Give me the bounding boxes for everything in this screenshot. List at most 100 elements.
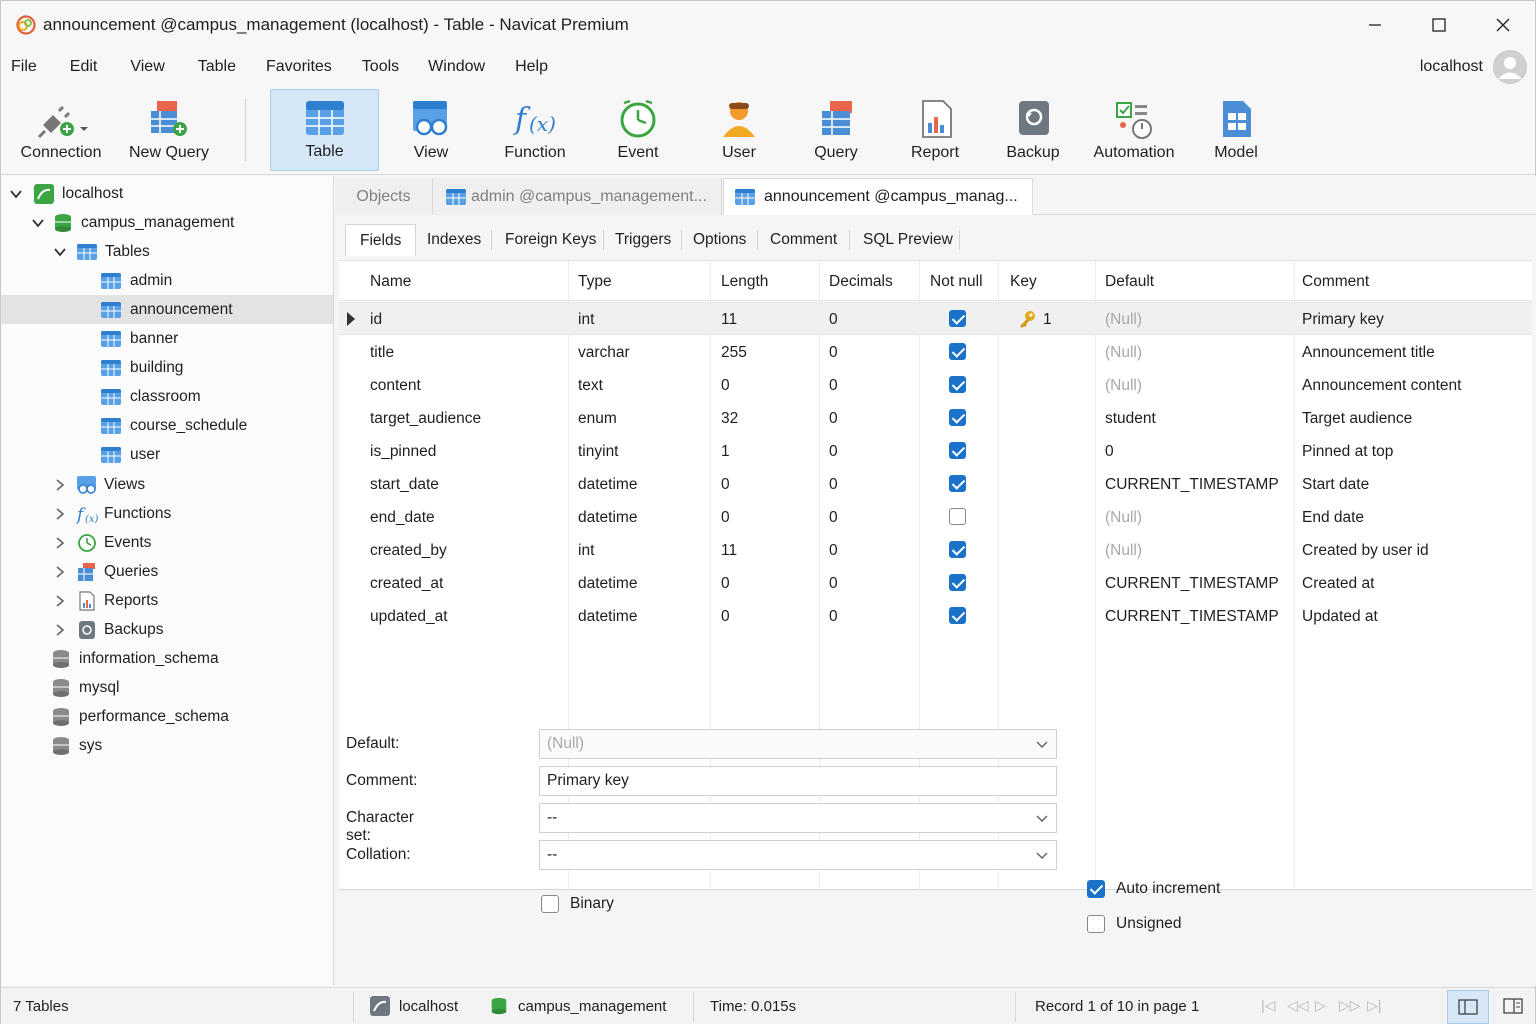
detail-view-button[interactable] — [1493, 990, 1533, 1024]
charset-select[interactable]: -- — [539, 803, 1057, 833]
cell-default[interactable]: CURRENT_TIMESTAMP — [1105, 608, 1279, 626]
cell-length[interactable]: 11 — [721, 311, 737, 329]
tree-database-item[interactable]: information_schema — [1, 644, 333, 673]
cell-length[interactable]: 1 — [721, 443, 730, 461]
cell-decimals[interactable]: 0 — [829, 542, 838, 560]
cell-default[interactable]: (Null) — [1105, 377, 1142, 395]
cell-decimals[interactable]: 0 — [829, 476, 838, 494]
cell-default[interactable]: student — [1105, 410, 1156, 428]
cell-length[interactable]: 0 — [721, 608, 730, 626]
cell-key[interactable]: 1 — [1043, 311, 1052, 329]
not-null-checkbox[interactable] — [949, 376, 966, 393]
cell-decimals[interactable]: 0 — [829, 410, 838, 428]
tree-table-item[interactable]: building — [1, 353, 333, 382]
cell-default[interactable]: (Null) — [1105, 344, 1142, 362]
menu-file[interactable]: File — [1, 58, 47, 76]
tree-table-item[interactable]: course_schedule — [1, 411, 333, 440]
not-null-checkbox[interactable] — [949, 475, 966, 492]
cell-type[interactable]: datetime — [578, 476, 637, 494]
cell-length[interactable]: 0 — [721, 476, 730, 494]
cell-name[interactable]: title — [370, 344, 394, 362]
user-account[interactable]: localhost — [1420, 49, 1527, 85]
user-button[interactable]: User — [697, 89, 781, 171]
cell-default[interactable]: CURRENT_TIMESTAMP — [1105, 575, 1279, 593]
chevron-right-icon[interactable] — [53, 594, 67, 608]
tree-group-views[interactable]: Views — [1, 470, 333, 499]
cell-type[interactable]: tinyint — [578, 443, 619, 461]
default-select[interactable]: (Null) — [539, 729, 1057, 759]
chevron-down-icon[interactable] — [9, 187, 23, 201]
chevron-right-icon[interactable] — [53, 507, 67, 521]
cell-length[interactable]: 0 — [721, 377, 730, 395]
cell-decimals[interactable]: 0 — [829, 377, 838, 395]
tree-table-item[interactable]: classroom — [1, 382, 333, 411]
cell-name[interactable]: id — [370, 311, 382, 329]
cell-default[interactable]: (Null) — [1105, 311, 1142, 329]
header-length[interactable]: Length — [721, 273, 768, 291]
cell-name[interactable]: content — [370, 377, 421, 395]
tree-database-item[interactable]: performance_schema — [1, 702, 333, 731]
menu-help[interactable]: Help — [505, 58, 558, 76]
header-comment[interactable]: Comment — [1302, 273, 1369, 291]
not-null-checkbox[interactable] — [949, 607, 966, 624]
cell-decimals[interactable]: 0 — [829, 575, 838, 593]
not-null-checkbox[interactable] — [949, 310, 966, 327]
fast-forward-icon[interactable]: ▷▷ — [1339, 997, 1361, 1014]
cell-name[interactable]: start_date — [370, 476, 439, 494]
tree-table-item[interactable]: user — [1, 440, 333, 469]
table-row[interactable]: created_by int 11 0 (Null) Created by user id — [339, 534, 1532, 567]
cell-type[interactable]: datetime — [578, 509, 637, 527]
cell-length[interactable]: 0 — [721, 575, 730, 593]
model-button[interactable]: Model — [1197, 89, 1275, 171]
tree-connection-localhost[interactable]: localhost — [1, 179, 333, 208]
header-default[interactable]: Default — [1105, 273, 1154, 291]
table-row[interactable]: is_pinned tinyint 1 0 0 Pinned at top — [339, 435, 1532, 468]
cell-default[interactable]: CURRENT_TIMESTAMP — [1105, 476, 1279, 494]
cell-default[interactable]: (Null) — [1105, 542, 1142, 560]
not-null-checkbox[interactable] — [949, 442, 966, 459]
cell-type[interactable]: datetime — [578, 575, 637, 593]
cell-comment[interactable]: Created by user id — [1302, 542, 1429, 560]
chevron-right-icon[interactable] — [53, 565, 67, 579]
cell-comment[interactable]: Start date — [1302, 476, 1369, 494]
not-null-checkbox[interactable] — [949, 541, 966, 558]
close-button[interactable] — [1471, 1, 1535, 49]
cell-comment[interactable]: Announcement content — [1302, 377, 1461, 395]
next-record-icon[interactable]: ▷ — [1315, 997, 1326, 1014]
chevron-right-icon[interactable] — [53, 536, 67, 550]
table-row[interactable]: updated_at datetime 0 0 CURRENT_TIMESTAMP Upd… — [339, 600, 1532, 633]
tab-fields[interactable]: Fields — [345, 224, 417, 256]
auto-increment-checkbox[interactable] — [1087, 880, 1105, 898]
tab-foreign-keys[interactable]: Foreign Keys — [491, 224, 610, 256]
table-row[interactable]: content text 0 0 (Null) Announcement content — [339, 369, 1532, 402]
unsigned-checkbox[interactable] — [1087, 915, 1105, 933]
cell-default[interactable]: (Null) — [1105, 509, 1142, 527]
cell-comment[interactable]: Primary key — [1302, 311, 1384, 329]
not-null-checkbox[interactable] — [949, 574, 966, 591]
auto-increment-option[interactable]: Auto increment — [1087, 880, 1220, 898]
cell-comment[interactable]: Pinned at top — [1302, 443, 1393, 461]
automation-button[interactable]: Automation — [1085, 89, 1183, 171]
cell-decimals[interactable]: 0 — [829, 443, 838, 461]
menu-table[interactable]: Table — [188, 58, 246, 76]
tab-objects[interactable]: Objects — [335, 178, 433, 215]
menu-window[interactable]: Window — [418, 58, 495, 76]
tree-group-reports[interactable]: Reports — [1, 586, 333, 615]
not-null-checkbox[interactable] — [949, 343, 966, 360]
not-null-checkbox[interactable] — [949, 409, 966, 426]
cell-comment[interactable]: Target audience — [1302, 410, 1412, 428]
table-row[interactable]: title varchar 255 0 (Null) Announcement title — [339, 336, 1532, 369]
cell-length[interactable]: 0 — [721, 509, 730, 527]
cell-decimals[interactable]: 0 — [829, 311, 838, 329]
tree-group-events[interactable]: Events — [1, 528, 333, 557]
cell-type[interactable]: int — [578, 311, 594, 329]
cell-decimals[interactable]: 0 — [829, 608, 838, 626]
cell-type[interactable]: varchar — [578, 344, 630, 362]
cell-comment[interactable]: Updated at — [1302, 608, 1378, 626]
tree-table-item-selected[interactable]: announcement — [1, 295, 333, 324]
tree-table-item[interactable]: banner — [1, 324, 333, 353]
chevron-right-icon[interactable] — [53, 478, 67, 492]
menu-edit[interactable]: Edit — [60, 58, 108, 76]
query-button[interactable]: Query — [796, 89, 876, 171]
chevron-right-icon[interactable] — [53, 623, 67, 637]
